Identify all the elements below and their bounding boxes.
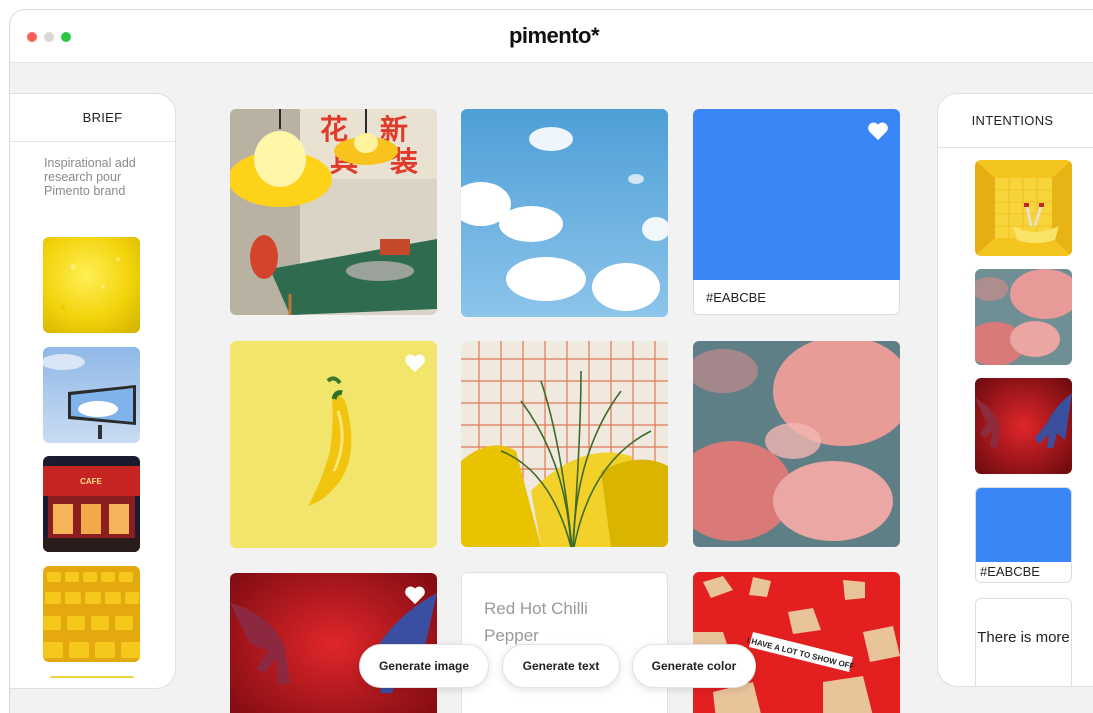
- brief-description[interactable]: Inspirational add research pour Pimento …: [44, 156, 154, 198]
- intentions-thumb-red-hands[interactable]: [975, 378, 1072, 474]
- grid-image-fortune-cookies[interactable]: I HAVE A LOT TO SHOW OFF: [693, 572, 900, 713]
- grid-swatch-hex: #EABCBE: [693, 280, 900, 315]
- grid-color-swatch[interactable]: #EABCBE: [693, 109, 900, 315]
- brief-panel: BRIEF Inspirational add research pour Pi…: [10, 93, 176, 689]
- intentions-swatch-hex: #EABCBE: [980, 564, 1040, 579]
- grid-text-card[interactable]: Red Hot Chilli Pepper: [461, 572, 668, 713]
- intentions-color-swatch[interactable]: #EABCBE: [975, 487, 1072, 583]
- grid-image-yellow-chairs[interactable]: [461, 341, 668, 547]
- grid-image-cafe-lamps[interactable]: 花 新 具 装: [230, 109, 437, 315]
- intentions-thumb-yellow-room[interactable]: [975, 160, 1072, 256]
- brief-thumb-yellow-seats[interactable]: [43, 566, 140, 662]
- generate-image-button[interactable]: Generate image: [359, 644, 489, 688]
- grid-image-red-hands[interactable]: [230, 573, 437, 713]
- intentions-more-text: There is more: [977, 629, 1070, 646]
- grid-text-card-content: Red Hot Chilli Pepper: [484, 599, 588, 645]
- brief-thumb-sky-billboard[interactable]: [43, 347, 140, 443]
- brief-thumb-yellow-strip: [50, 676, 134, 678]
- intentions-header: INTENTIONS: [938, 94, 1093, 148]
- grid-image-pink-clouds[interactable]: [693, 341, 900, 547]
- generate-text-button[interactable]: Generate text: [502, 644, 620, 688]
- brief-thumb-red-cafe[interactable]: CAFE: [43, 456, 140, 552]
- intentions-thumb-pink-clouds[interactable]: [975, 269, 1072, 365]
- svg-text:CAFE: CAFE: [80, 477, 102, 486]
- intentions-more-card[interactable]: There is more: [975, 598, 1072, 686]
- heart-icon[interactable]: [404, 585, 426, 605]
- app-window: pimento* BRIEF Inspirational add researc…: [9, 9, 1093, 713]
- heart-icon[interactable]: [867, 121, 889, 141]
- intentions-swatch-color: [976, 488, 1071, 562]
- brief-header: BRIEF: [10, 94, 175, 142]
- title-bar: pimento*: [10, 10, 1093, 63]
- intentions-panel: INTENTIONS #EABCBE There is more: [937, 93, 1093, 687]
- grid-image-yellow-chilli[interactable]: [230, 341, 437, 548]
- grid-image-blue-sky[interactable]: [461, 109, 668, 317]
- brief-thumb-lemon[interactable]: [43, 237, 140, 333]
- generate-color-button[interactable]: Generate color: [632, 644, 756, 688]
- app-title: pimento*: [508, 23, 600, 48]
- heart-icon[interactable]: [404, 353, 426, 373]
